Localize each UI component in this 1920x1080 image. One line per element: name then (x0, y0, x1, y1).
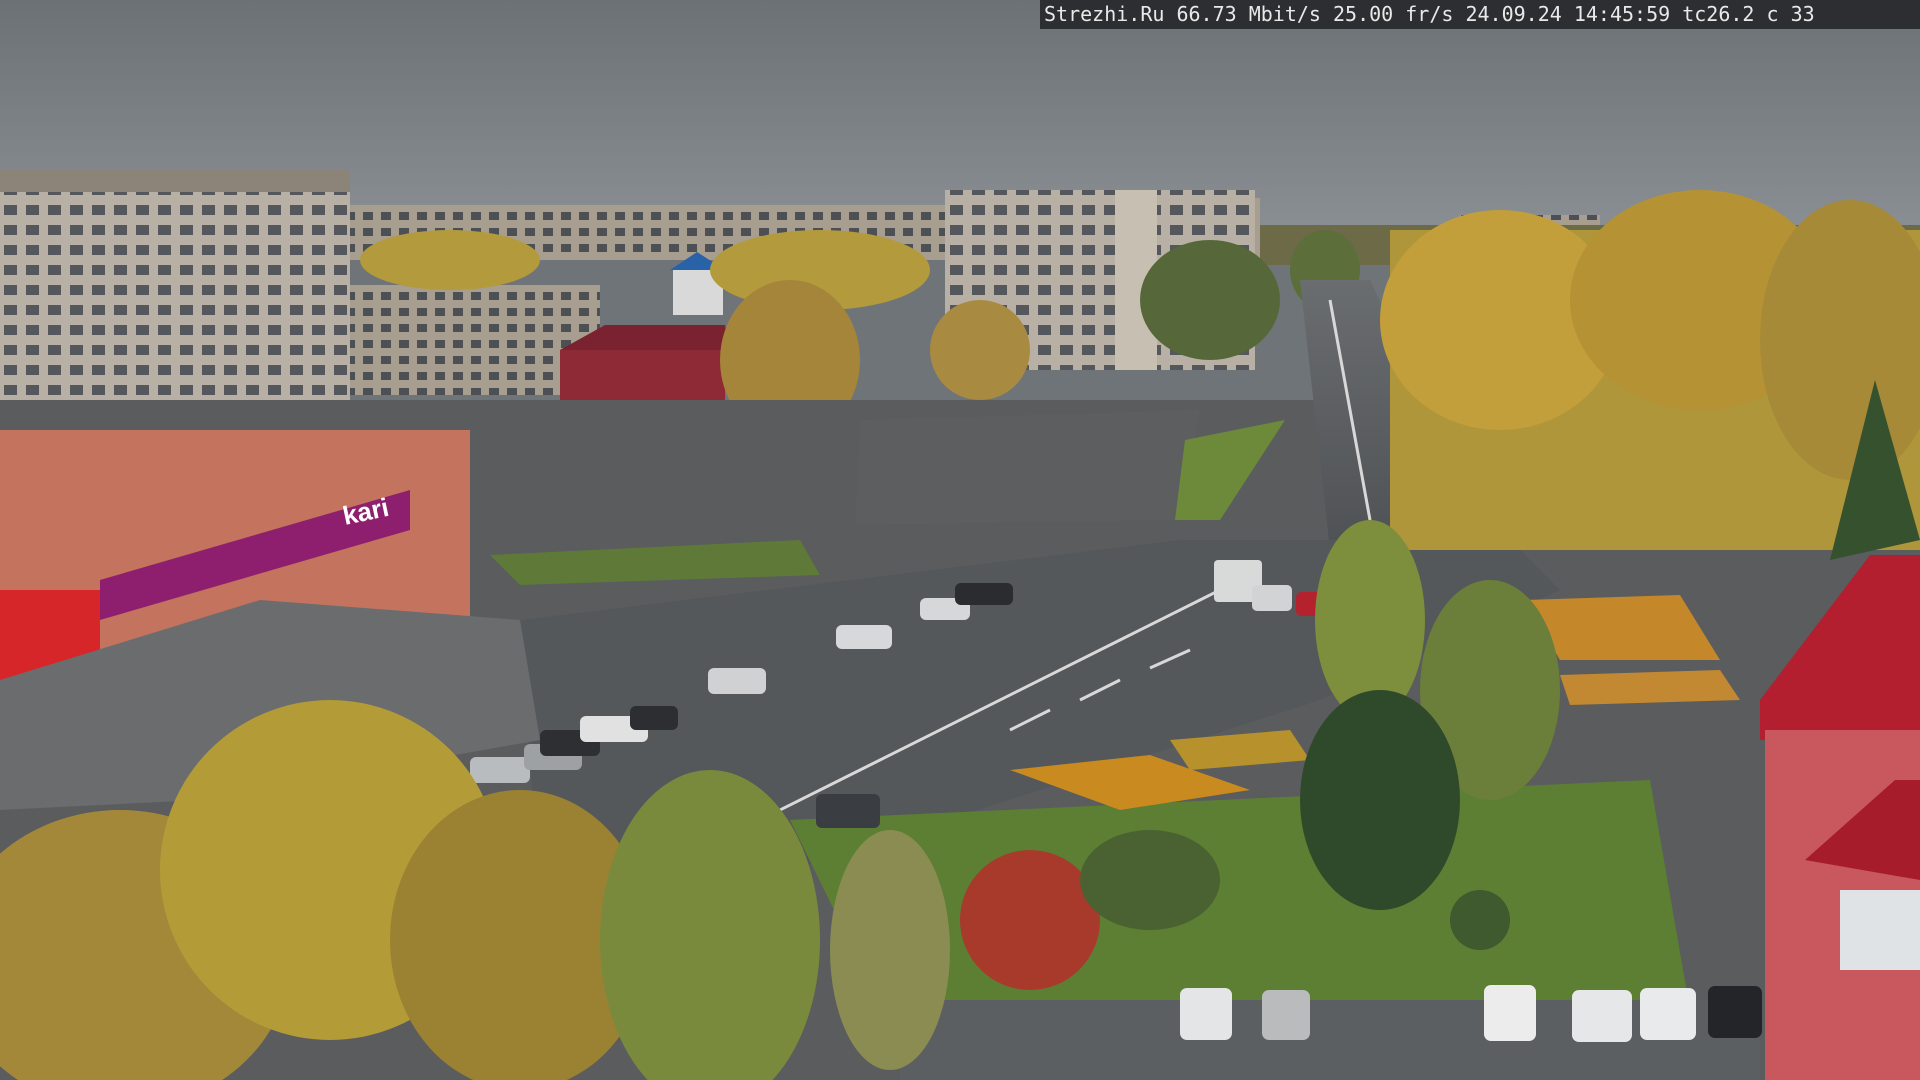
webcam-scene: kari (0, 0, 1920, 1080)
upper-plaza (855, 410, 1200, 525)
osd-date: 24.09.24 (1465, 2, 1574, 26)
car (1640, 988, 1696, 1040)
camera-osd-overlay: Strezhi.Ru 66.73 Mbit/s 25.00 fr/s 24.09… (1040, 0, 1920, 29)
car (836, 625, 892, 649)
osd-channel: c 33 (1766, 2, 1815, 26)
car (1262, 990, 1310, 1040)
car (1484, 985, 1536, 1041)
car (1252, 585, 1292, 611)
car (1708, 986, 1762, 1038)
right-alley-trees (1380, 190, 1920, 560)
car (1572, 990, 1632, 1042)
car (816, 794, 880, 828)
car (708, 668, 766, 694)
car (955, 583, 1013, 605)
osd-encoder: tc26.2 (1682, 2, 1767, 26)
car (470, 757, 530, 783)
osd-bitrate: 66.73 Mbit/s (1176, 2, 1333, 26)
car (1180, 988, 1232, 1040)
osd-time: 14:45:59 (1573, 2, 1683, 26)
osd-framerate: 25.00 fr/s (1333, 2, 1466, 26)
osd-site: Strezhi.Ru (1044, 2, 1177, 26)
car (630, 706, 678, 730)
